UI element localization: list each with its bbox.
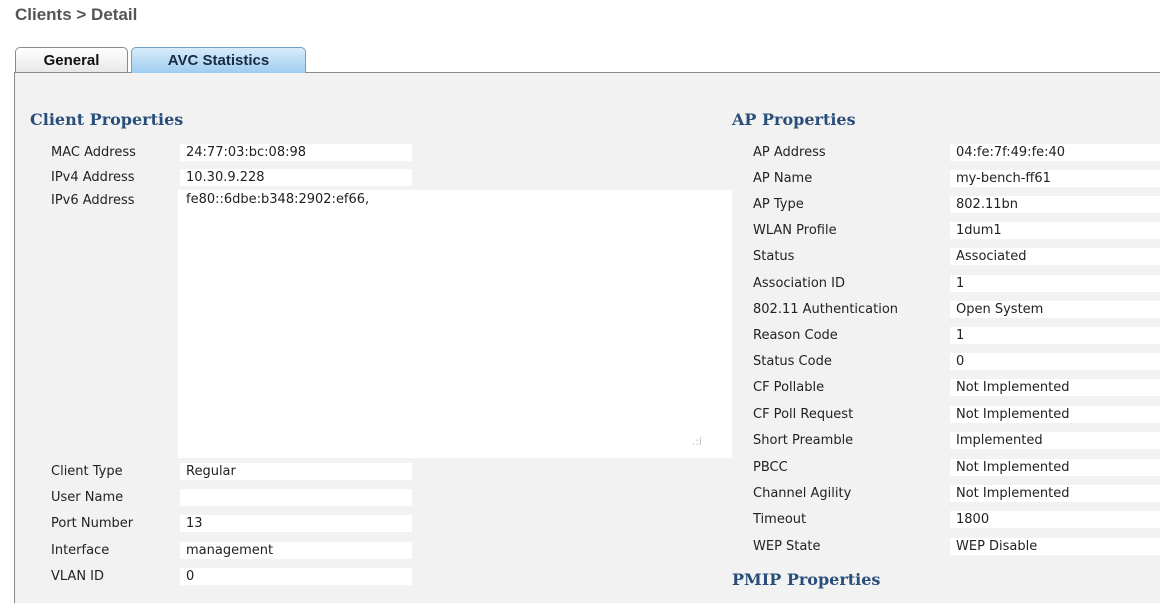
tab-general[interactable]: General <box>15 47 128 72</box>
client-value-ipv6-address: fe80::6dbe:b348:2902:ef66, <box>186 192 370 207</box>
client-label-ipv4-address: IPv4 Address <box>51 170 135 185</box>
ap-value-reason-code: 1 <box>950 327 1160 344</box>
ap-row-reason-code: Reason Code 1 <box>700 327 1160 345</box>
breadcrumb: Clients > Detail <box>15 5 138 24</box>
ap-label-ap-address: AP Address <box>753 145 826 160</box>
ap-value-ap-address: 04:fe:7f:49:fe:40 <box>950 144 1160 161</box>
client-row-ipv4-address: IPv4 Address 10.30.9.228 <box>0 169 700 187</box>
ap-label-status: Status <box>753 249 795 264</box>
client-value-vlan-id: 0 <box>180 568 412 585</box>
ap-value-short-preamble: Implemented <box>950 432 1160 449</box>
ap-value-status: Associated <box>950 248 1160 265</box>
client-row-vlan-id: VLAN ID 0 <box>0 568 700 586</box>
ap-label-pbcc: PBCC <box>753 460 788 475</box>
ap-value-pbcc: Not Implemented <box>950 459 1160 476</box>
ap-row-status-code: Status Code 0 <box>700 353 1160 371</box>
ap-label-association-id: Association ID <box>753 276 845 291</box>
client-value-user-name <box>180 489 412 506</box>
ap-row-status: Status Associated <box>700 248 1160 266</box>
client-label-user-name: User Name <box>51 490 124 505</box>
client-row-interface: Interface management <box>0 542 700 560</box>
client-row-port-number: Port Number 13 <box>0 515 700 533</box>
ap-label-wep-state: WEP State <box>753 539 821 554</box>
ap-value-wep-state: WEP Disable <box>950 538 1160 555</box>
ap-label-ap-type: AP Type <box>753 197 804 212</box>
ap-label-status-code: Status Code <box>753 354 832 369</box>
ap-row-ap-type: AP Type 802.11bn <box>700 196 1160 214</box>
ap-row-wlan-profile: WLAN Profile 1dum1 <box>700 222 1160 240</box>
client-row-client-type: Client Type Regular <box>0 463 700 481</box>
client-row-user-name: User Name <box>0 489 700 507</box>
ap-value-cf-poll-request: Not Implemented <box>950 406 1160 423</box>
ap-row-pbcc: PBCC Not Implemented <box>700 459 1160 477</box>
ap-row-cf-pollable: CF Pollable Not Implemented <box>700 379 1160 397</box>
ap-value-association-id: 1 <box>950 275 1160 292</box>
client-label-vlan-id: VLAN ID <box>51 569 105 584</box>
client-label-port-number: Port Number <box>51 516 134 531</box>
ap-label-cf-pollable: CF Pollable <box>753 380 825 395</box>
ap-value-authentication: Open System <box>950 301 1160 318</box>
ap-label-ap-name: AP Name <box>753 171 813 186</box>
ap-row-wep-state: WEP State WEP Disable <box>700 538 1160 556</box>
ap-value-channel-agility: Not Implemented <box>950 485 1160 502</box>
ipv6-address-textarea[interactable]: fe80::6dbe:b348:2902:ef66, .:i <box>178 190 732 458</box>
ap-row-ap-name: AP Name my-bench-ff61 <box>700 170 1160 188</box>
ap-row-authentication: 802.11 Authentication Open System <box>700 301 1160 319</box>
ap-value-ap-type: 802.11bn <box>950 196 1160 213</box>
ap-row-timeout: Timeout 1800 <box>700 511 1160 529</box>
ap-value-cf-pollable: Not Implemented <box>950 379 1160 396</box>
ap-row-short-preamble: Short Preamble Implemented <box>700 432 1160 450</box>
ap-label-cf-poll-request: CF Poll Request <box>753 407 854 422</box>
ap-value-timeout: 1800 <box>950 511 1160 528</box>
ap-row-cf-poll-request: CF Poll Request Not Implemented <box>700 406 1160 424</box>
tab-avc-statistics[interactable]: AVC Statistics <box>131 47 306 73</box>
ap-label-short-preamble: Short Preamble <box>753 433 854 448</box>
ap-label-wlan-profile: WLAN Profile <box>753 223 837 238</box>
pmip-properties-title: PMIP Properties <box>732 570 881 589</box>
client-properties-title: Client Properties <box>30 110 184 129</box>
client-value-interface: management <box>180 542 412 559</box>
client-value-ipv4-address: 10.30.9.228 <box>180 169 412 186</box>
ap-value-ap-name: my-bench-ff61 <box>950 170 1160 187</box>
client-label-mac-address: MAC Address <box>51 145 136 160</box>
ap-row-ap-address: AP Address 04:fe:7f:49:fe:40 <box>700 144 1160 162</box>
client-row-ipv6-address: IPv6 Address <box>0 192 170 210</box>
client-label-ipv6-address: IPv6 Address <box>51 193 135 208</box>
client-label-client-type: Client Type <box>51 464 123 479</box>
client-label-interface: Interface <box>51 543 110 558</box>
ap-value-status-code: 0 <box>950 353 1160 370</box>
ap-label-channel-agility: Channel Agility <box>753 486 852 501</box>
client-value-client-type: Regular <box>180 463 412 480</box>
ap-row-association-id: Association ID 1 <box>700 275 1160 293</box>
ap-label-timeout: Timeout <box>753 512 807 527</box>
client-row-mac-address: MAC Address 24:77:03:bc:08:98 <box>0 144 700 162</box>
client-value-mac-address: 24:77:03:bc:08:98 <box>180 144 412 161</box>
ap-value-wlan-profile: 1dum1 <box>950 222 1160 239</box>
ap-label-authentication: 802.11 Authentication <box>753 302 899 317</box>
ap-properties-title: AP Properties <box>732 110 856 129</box>
ap-row-channel-agility: Channel Agility Not Implemented <box>700 485 1160 503</box>
ap-label-reason-code: Reason Code <box>753 328 838 343</box>
client-value-port-number: 13 <box>180 515 412 532</box>
